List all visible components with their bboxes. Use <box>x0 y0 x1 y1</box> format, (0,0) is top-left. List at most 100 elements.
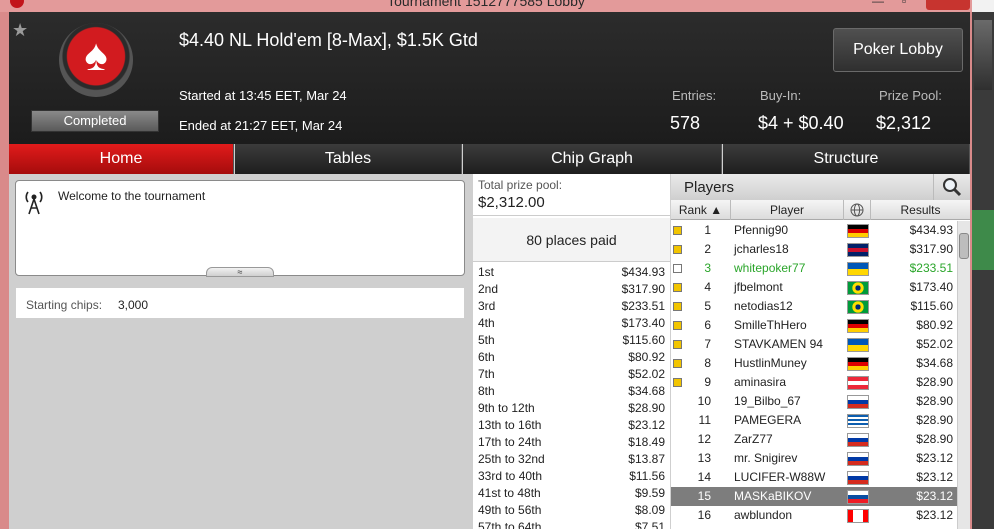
tab-structure[interactable]: Structure <box>723 144 970 174</box>
welcome-message: Welcome to the tournament <box>58 189 206 203</box>
player-result: $115.60 <box>910 299 954 313</box>
ended-time: Ended at 21:27 EET, Mar 24 <box>179 118 343 133</box>
payout-list[interactable]: 1st $434.93 2nd $317.90 3rd $233.51 4th $173.40… <box>473 264 670 529</box>
player-row[interactable]: 13 mr. Snigirev $23.12 <box>671 449 957 468</box>
status-marker-icon <box>673 340 682 349</box>
tab-chip-graph[interactable]: Chip Graph <box>463 144 722 174</box>
payout-row: 25th to 32nd $13.87 <box>473 451 670 468</box>
players-scrollbar[interactable] <box>957 221 970 529</box>
player-rank: 12 <box>697 432 711 446</box>
player-name: netodias12 <box>734 299 793 313</box>
tab-tables[interactable]: Tables <box>235 144 462 174</box>
player-rank: 4 <box>704 280 711 294</box>
player-name: 19_Bilbo_67 <box>734 394 801 408</box>
payout-row: 7th $52.02 <box>473 366 670 383</box>
player-result: $233.51 <box>909 261 953 275</box>
payout-amount: $23.12 <box>628 418 665 432</box>
tournament-header: ★ ♠ Completed $4.40 NL Hold'em [8-Max], … <box>9 12 970 144</box>
payout-place: 5th <box>478 333 495 347</box>
starting-chips-label: Starting chips: <box>26 298 103 312</box>
search-icon <box>943 178 962 197</box>
player-rank: 9 <box>704 375 711 389</box>
player-row[interactable]: 15 MASKaBIKOV $23.12 <box>671 487 957 506</box>
united-kingdom-flag-icon <box>847 243 869 257</box>
player-rank: 8 <box>704 356 711 370</box>
player-row[interactable]: 9 aminasira $28.90 <box>671 373 957 392</box>
globe-icon <box>850 203 864 217</box>
minimize-icon[interactable]: — <box>872 0 884 8</box>
rank-column-label: Rank <box>678 203 707 217</box>
prize-pool-summary: Total prize pool: $2,312.00 <box>473 174 670 216</box>
player-row[interactable]: 11 PAMEGERA $28.90 <box>671 411 957 430</box>
player-row[interactable]: 14 LUCIFER-W88W $23.12 <box>671 468 957 487</box>
prize-panel: Total prize pool: $2,312.00 80 places pa… <box>473 174 670 529</box>
players-title: Players <box>684 179 735 196</box>
payout-row: 41st to 48th $9.59 <box>473 485 670 502</box>
sort-ascending-icon: ▲ <box>710 203 723 217</box>
player-result: $23.12 <box>916 470 953 484</box>
total-prize-value: $2,312.00 <box>478 194 545 211</box>
entries-label: Entries: <box>672 88 717 103</box>
payout-amount: $34.68 <box>628 384 665 398</box>
player-result: $52.02 <box>916 337 953 351</box>
player-row[interactable]: 3 whitepoker77 $233.51 <box>671 259 957 278</box>
payout-row: 6th $80.92 <box>473 349 670 366</box>
player-row[interactable]: 4 jfbelmont $173.40 <box>671 278 957 297</box>
payout-place: 6th <box>478 350 495 364</box>
prize-pool-label: Prize Pool: <box>879 88 942 103</box>
news-box: Welcome to the tournament ≈ <box>15 180 465 277</box>
payout-amount: $7.51 <box>634 520 665 529</box>
player-row[interactable]: 12 ZarZ77 $28.90 <box>671 430 957 449</box>
player-result: $317.90 <box>909 242 953 256</box>
payout-row: 33rd to 40th $11.56 <box>473 468 670 485</box>
austria-flag-icon <box>847 376 869 390</box>
payout-row: 2nd $317.90 <box>473 281 670 298</box>
player-name: HustlinMuney <box>734 356 807 370</box>
close-button[interactable] <box>926 0 970 10</box>
player-result: $28.90 <box>916 413 953 427</box>
search-player-button[interactable] <box>933 174 969 200</box>
germany-flag-icon <box>847 357 869 371</box>
rank-column-header[interactable]: Rank ▲ <box>671 200 731 220</box>
starting-chips-value: 3,000 <box>118 298 149 312</box>
canada-flag-icon <box>847 509 869 523</box>
player-row[interactable]: 16 awblundon $23.12 <box>671 506 957 525</box>
brazil-flag-icon <box>847 300 869 314</box>
player-row[interactable]: 7 STAVKAMEN 94 $52.02 <box>671 335 957 354</box>
player-column-header[interactable]: Player <box>731 200 844 220</box>
player-name: awblundon <box>734 508 793 522</box>
player-row[interactable]: 2 jcharles18 $317.90 <box>671 240 957 259</box>
tab-home[interactable]: Home <box>9 144 234 174</box>
maximize-icon[interactable]: ▫ <box>902 0 906 8</box>
player-rank: 3 <box>704 261 711 275</box>
player-rank: 13 <box>697 451 711 465</box>
country-column-header[interactable] <box>844 200 871 220</box>
player-row[interactable]: 8 HustlinMuney $34.68 <box>671 354 957 373</box>
brazil-flag-icon <box>847 281 869 295</box>
player-name: SmilleThHero <box>734 318 807 332</box>
results-column-header[interactable]: Results <box>871 200 970 220</box>
player-row[interactable]: 10 19_Bilbo_67 $28.90 <box>671 392 957 411</box>
status-marker-icon <box>673 321 682 330</box>
payout-amount: $9.59 <box>634 486 665 500</box>
antenna-icon <box>25 191 43 215</box>
scrollbar-thumb[interactable] <box>959 233 969 259</box>
player-row[interactable]: 6 SmilleThHero $80.92 <box>671 316 957 335</box>
payout-row: 3rd $233.51 <box>473 298 670 315</box>
player-row[interactable]: 1 Pfennig90 $434.93 <box>671 221 957 240</box>
tournament-lobby-window: ★ ♠ Completed $4.40 NL Hold'em [8-Max], … <box>9 12 970 529</box>
favorite-star-icon[interactable]: ★ <box>12 20 28 41</box>
starting-chips-box: Starting chips: 3,000 <box>15 287 465 319</box>
player-row[interactable]: 5 netodias12 $115.60 <box>671 297 957 316</box>
poker-lobby-button[interactable]: Poker Lobby <box>833 28 963 72</box>
collapse-news-button[interactable]: ≈ <box>206 267 274 277</box>
player-name: ZarZ77 <box>734 432 773 446</box>
player-rank: 7 <box>704 337 711 351</box>
payout-place: 33rd to 40th <box>478 469 543 483</box>
prize-pool-value: $2,312 <box>876 113 932 133</box>
tournament-name: $4.40 NL Hold'em [8-Max], $1.5K Gtd <box>179 30 478 50</box>
buyin-label: Buy-In: <box>760 88 802 103</box>
background-window-panel <box>972 210 994 270</box>
payout-amount: $28.90 <box>628 401 665 415</box>
player-name: Pfennig90 <box>734 223 789 237</box>
